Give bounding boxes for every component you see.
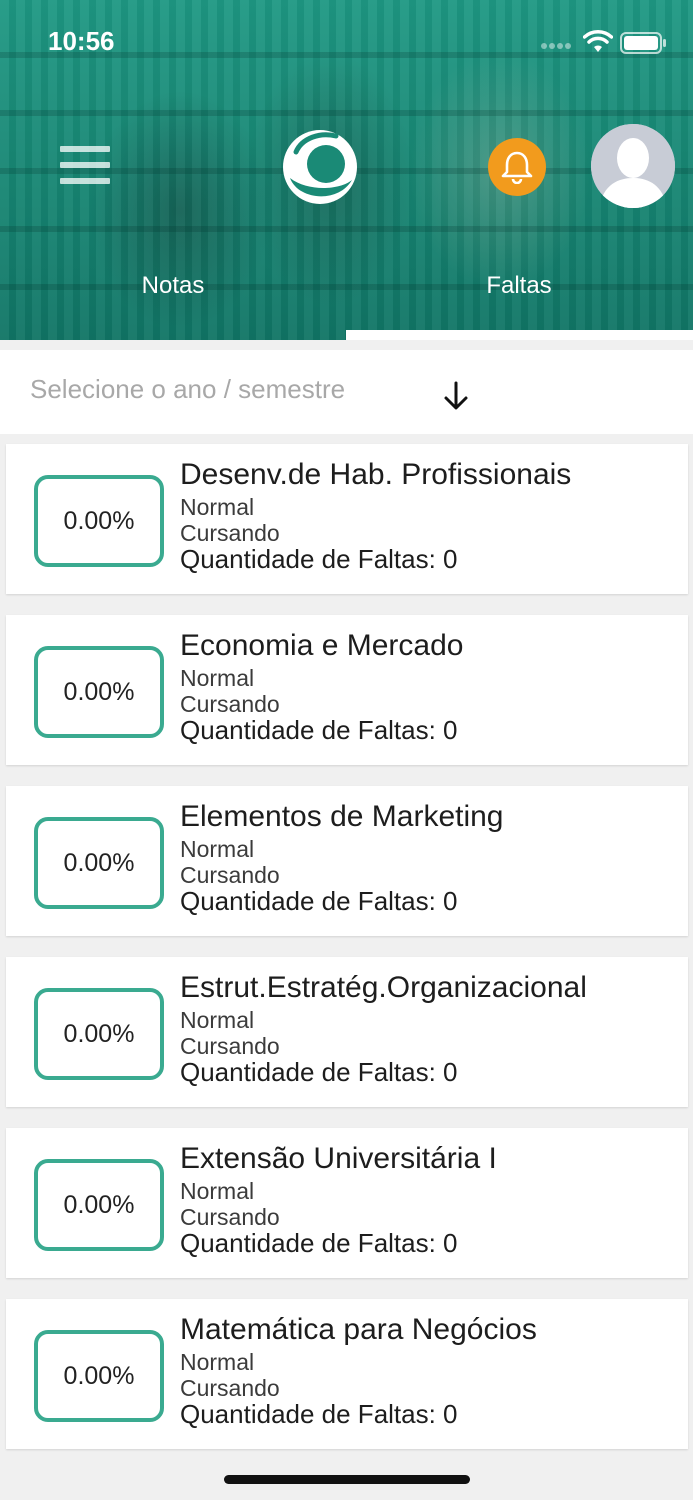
header: 10:56 Notas Faltas	[0, 0, 693, 340]
app-logo	[283, 130, 357, 204]
subject-card[interactable]: 0.00% Estrut.Estratég.Organizacional Nor…	[6, 957, 688, 1107]
subject-name: Extensão Universitária I	[180, 1142, 497, 1175]
notification-bell-button[interactable]	[488, 138, 546, 196]
subject-status: Cursando	[180, 1033, 280, 1059]
semester-selector-placeholder: Selecione o ano / semestre	[30, 374, 346, 404]
hamburger-menu-icon[interactable]	[60, 146, 110, 186]
bell-icon	[501, 151, 533, 184]
absence-count: Quantidade de Faltas: 0	[180, 715, 458, 745]
subject-list: 0.00% Desenv.de Hab. Profissionais Norma…	[0, 444, 693, 1470]
tab-faltas[interactable]: Faltas	[346, 272, 692, 300]
subject-status: Cursando	[180, 520, 280, 546]
subject-status: Cursando	[180, 691, 280, 717]
absence-count: Quantidade de Faltas: 0	[180, 544, 458, 574]
wifi-icon	[583, 30, 613, 52]
subject-status: Cursando	[180, 1375, 280, 1401]
active-tab-indicator	[346, 330, 693, 340]
semester-selector[interactable]: Selecione o ano / semestre	[0, 350, 693, 434]
subject-type: Normal	[180, 665, 255, 691]
subject-name: Elementos de Marketing	[180, 800, 504, 833]
absence-count: Quantidade de Faltas: 0	[180, 886, 458, 916]
subject-name: Desenv.de Hab. Profissionais	[180, 458, 572, 491]
absence-percentage: 0.00%	[34, 817, 164, 909]
user-silhouette-icon	[591, 124, 675, 208]
subject-card[interactable]: 0.00% Extensão Universitária I Normal Cu…	[6, 1128, 688, 1278]
absence-percentage: 0.00%	[34, 1159, 164, 1251]
subject-type: Normal	[180, 494, 255, 520]
subject-card[interactable]: 0.00% Matemática para Negócios Normal Cu…	[6, 1299, 688, 1449]
absence-count: Quantidade de Faltas: 0	[180, 1057, 458, 1087]
tab-notas[interactable]: Notas	[0, 272, 346, 300]
status-time: 10:56	[48, 26, 115, 56]
absence-percentage: 0.00%	[34, 475, 164, 567]
signal-icon	[541, 43, 571, 49]
status-bar: 10:56	[0, 22, 693, 66]
subject-type: Normal	[180, 1178, 255, 1204]
arrow-down-icon	[444, 381, 468, 410]
subject-status: Cursando	[180, 862, 280, 888]
subject-status: Cursando	[180, 1204, 280, 1230]
absence-percentage: 0.00%	[34, 988, 164, 1080]
user-avatar[interactable]	[591, 124, 675, 208]
subject-card[interactable]: 0.00% Desenv.de Hab. Profissionais Norma…	[6, 444, 688, 594]
subject-card[interactable]: 0.00% Elementos de Marketing Normal Curs…	[6, 786, 688, 936]
subject-type: Normal	[180, 1007, 255, 1033]
subject-name: Economia e Mercado	[180, 629, 464, 662]
subject-type: Normal	[180, 836, 255, 862]
home-indicator[interactable]	[224, 1475, 470, 1484]
battery-icon	[620, 32, 666, 54]
subject-name: Matemática para Negócios	[180, 1313, 537, 1346]
absence-percentage: 0.00%	[34, 646, 164, 738]
subject-name: Estrut.Estratég.Organizacional	[180, 971, 587, 1004]
absence-count: Quantidade de Faltas: 0	[180, 1228, 458, 1258]
absence-percentage: 0.00%	[34, 1330, 164, 1422]
subject-card[interactable]: 0.00% Economia e Mercado Normal Cursando…	[6, 615, 688, 765]
subject-type: Normal	[180, 1349, 255, 1375]
absence-count: Quantidade de Faltas: 0	[180, 1399, 458, 1429]
